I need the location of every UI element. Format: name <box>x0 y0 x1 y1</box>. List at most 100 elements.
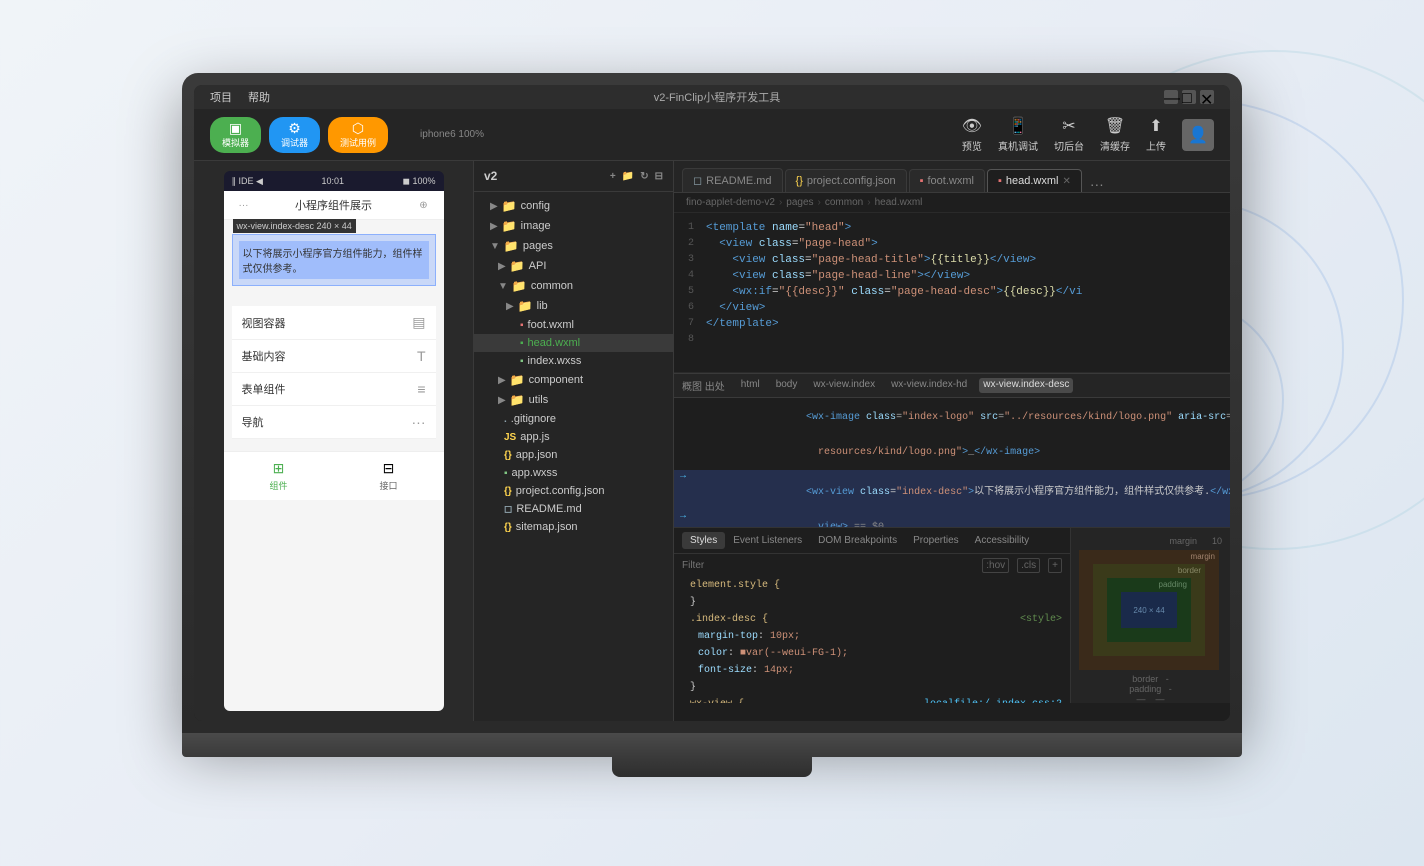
dom-code-view[interactable]: <wx-image class="index-logo" src="../res… <box>674 398 1230 528</box>
tree-utils[interactable]: ▶ 📁 utils <box>474 390 673 410</box>
hover-filter-btn[interactable]: :hov <box>982 558 1009 573</box>
html-tag-wx-view-index-hd[interactable]: wx-view.index-hd <box>887 378 971 393</box>
code-line-7: 7 </template> <box>674 317 1230 333</box>
line-num-8: 8 <box>674 334 706 345</box>
tree-app-js[interactable]: JS app.js <box>474 428 673 446</box>
breadcrumb-1: pages <box>786 197 813 208</box>
chevron-right-icon: ▶ <box>498 261 506 272</box>
tree-readme[interactable]: ◻ README.md <box>474 500 673 518</box>
styles-filter-input[interactable] <box>682 560 974 571</box>
dom-line-content-1: <wx-image class="index-logo" src="../res… <box>698 401 1230 434</box>
tab-foot-wxml[interactable]: ▪ foot.wxml <box>909 169 985 192</box>
list-item-0[interactable]: 视图容器 ▤ <box>232 306 436 340</box>
tab-test[interactable]: ⬡ 测试用例 <box>328 117 388 153</box>
list-item-1[interactable]: 基础内容 T <box>232 340 436 373</box>
html-tag-body[interactable]: body <box>772 378 802 393</box>
menu-item-help[interactable]: 帮助 <box>248 89 270 105</box>
tree-app-json[interactable]: {} app.json <box>474 446 673 464</box>
action-upload[interactable]: ⬆ 上传 <box>1146 116 1166 153</box>
preview-panel: ∥ IDE ◀ 10:01 ◼ 100% ··· 小程序组件展示 ⊕ <box>194 161 474 721</box>
line-num-6: 6 <box>674 302 706 313</box>
cls-filter-btn[interactable]: .cls <box>1017 558 1040 573</box>
styles-rules-list: element.style { } .index-desc { <style> <box>674 577 1070 703</box>
action-real-device[interactable]: 📱 真机调试 <box>998 116 1038 153</box>
minimize-button[interactable]: — <box>1164 90 1178 104</box>
laptop: 项目 帮助 v2-FinClip小程序开发工具 — □ ✕ ▣ 模拟器 <box>182 73 1242 793</box>
tree-pages[interactable]: ▼ 📁 pages <box>474 236 673 256</box>
tree-foot-wxml-label: foot.wxml <box>528 319 574 331</box>
nav-api-icon: ⊟ <box>383 460 395 477</box>
user-avatar[interactable]: 👤 <box>1182 119 1214 151</box>
refresh-button[interactable]: ↻ <box>640 171 648 182</box>
tree-project-config[interactable]: {} project.config.json <box>474 482 673 500</box>
html-tag-html[interactable]: html <box>737 378 764 393</box>
box-content: 240 × 44 <box>1121 592 1177 628</box>
line-num-2: 2 <box>674 238 706 249</box>
action-clear-cache[interactable]: 🗑 清缓存 <box>1100 116 1130 153</box>
html-tag-wx-view-index[interactable]: wx-view.index <box>809 378 879 393</box>
debugger-icon: ⚙ <box>288 121 301 135</box>
tree-head-wxml[interactable]: ▪ head.wxml <box>474 334 673 352</box>
tab-simulator[interactable]: ▣ 模拟器 <box>210 117 261 153</box>
battery-text: ◼ 100% <box>403 176 436 187</box>
tree-lib-label: lib <box>537 300 548 312</box>
tree-app-wxss[interactable]: ▪ app.wxss <box>474 464 673 482</box>
styles-tab-dom-breakpoints[interactable]: DOM Breakpoints <box>810 532 905 549</box>
action-preview[interactable]: 👁 预览 <box>962 116 982 153</box>
tab-debugger[interactable]: ⚙ 调试器 <box>269 117 320 153</box>
nav-item-api[interactable]: ⊟ 接口 <box>334 456 444 496</box>
tree-api[interactable]: ▶ 📁 API <box>474 256 673 276</box>
phone-nav: ⊞ 组件 ⊟ 接口 <box>224 451 444 500</box>
list-item-3[interactable]: 导航 ··· <box>232 406 436 439</box>
tree-common[interactable]: ▼ 📁 common <box>474 276 673 296</box>
tab-head-wxml[interactable]: ▪ head.wxml ✕ <box>987 169 1082 192</box>
styles-tab-event-listeners[interactable]: Event Listeners <box>725 532 810 549</box>
dom-line-num-3: → <box>674 471 698 482</box>
editor-tabs: ◻ README.md {} project.config.json ▪ foo… <box>674 161 1230 193</box>
rule-source-ref[interactable]: localfile:/.index.css:2 <box>924 699 1062 703</box>
tree-sitemap-label: sitemap.json <box>516 521 578 533</box>
app-body: ∥ IDE ◀ 10:01 ◼ 100% ··· 小程序组件展示 ⊕ <box>194 161 1230 721</box>
tree-gitignore[interactable]: . .gitignore <box>474 410 673 428</box>
html-tag-wx-view-index-desc[interactable]: wx-view.index-desc <box>979 378 1073 393</box>
view-toggle: 概图 出处 <box>682 378 725 393</box>
new-folder-button[interactable]: 📁 <box>622 171 634 182</box>
zoom-level: 100% <box>458 129 484 140</box>
xml-file-icon-active: ▪ <box>520 338 524 349</box>
nav-components-icon: ⊞ <box>273 460 285 477</box>
tab-project-config[interactable]: {} project.config.json <box>785 169 907 192</box>
close-button[interactable]: ✕ <box>1200 90 1214 104</box>
tree-sitemap[interactable]: {} sitemap.json <box>474 518 673 536</box>
new-file-button[interactable]: + <box>610 171 616 182</box>
tree-common-label: common <box>531 280 573 292</box>
menu-item-project[interactable]: 项目 <box>210 89 232 105</box>
styles-tab-properties[interactable]: Properties <box>905 532 967 549</box>
tree-foot-wxml[interactable]: ▪ foot.wxml <box>474 316 673 334</box>
maximize-button[interactable]: □ <box>1182 90 1196 104</box>
styles-tab-accessibility[interactable]: Accessibility <box>967 532 1037 549</box>
line-num-5: 5 <box>674 286 706 297</box>
dom-line-num-4: → <box>674 511 698 522</box>
breadcrumb-3: head.wxml <box>875 197 923 208</box>
more-tabs-button[interactable]: ··· <box>1084 176 1110 192</box>
chevron-right-icon: ▶ <box>490 201 498 212</box>
tree-lib[interactable]: ▶ 📁 lib <box>474 296 673 316</box>
action-cut-background[interactable]: ✂ 切后台 <box>1054 116 1084 153</box>
phone-content-area: wx-view.index-desc 240 × 44 以下将展示小程序官方组件… <box>224 220 444 451</box>
rule-prop-name: font-size <box>698 665 752 676</box>
tab-close-icon[interactable]: ✕ <box>1062 176 1070 187</box>
styles-tab-styles[interactable]: Styles <box>682 532 725 549</box>
code-area-top[interactable]: 1 <template name="head"> 2 <view class="… <box>674 213 1230 373</box>
dom-line-content-4: view> == $0 <box>698 511 1230 528</box>
tab-readme[interactable]: ◻ README.md <box>682 168 783 192</box>
list-item-2[interactable]: 表单组件 ≡ <box>232 373 436 406</box>
laptop-base <box>182 733 1242 757</box>
tree-config[interactable]: ▶ 📁 config <box>474 196 673 216</box>
nav-item-components[interactable]: ⊞ 组件 <box>224 456 334 496</box>
app-title: v2-FinClip小程序开发工具 <box>286 89 1148 105</box>
tree-image[interactable]: ▶ 📁 image <box>474 216 673 236</box>
collapse-button[interactable]: ⊟ <box>655 171 663 182</box>
tree-index-wxss[interactable]: ▪ index.wxss <box>474 352 673 370</box>
tree-component[interactable]: ▶ 📁 component <box>474 370 673 390</box>
add-style-btn[interactable]: + <box>1048 558 1062 573</box>
